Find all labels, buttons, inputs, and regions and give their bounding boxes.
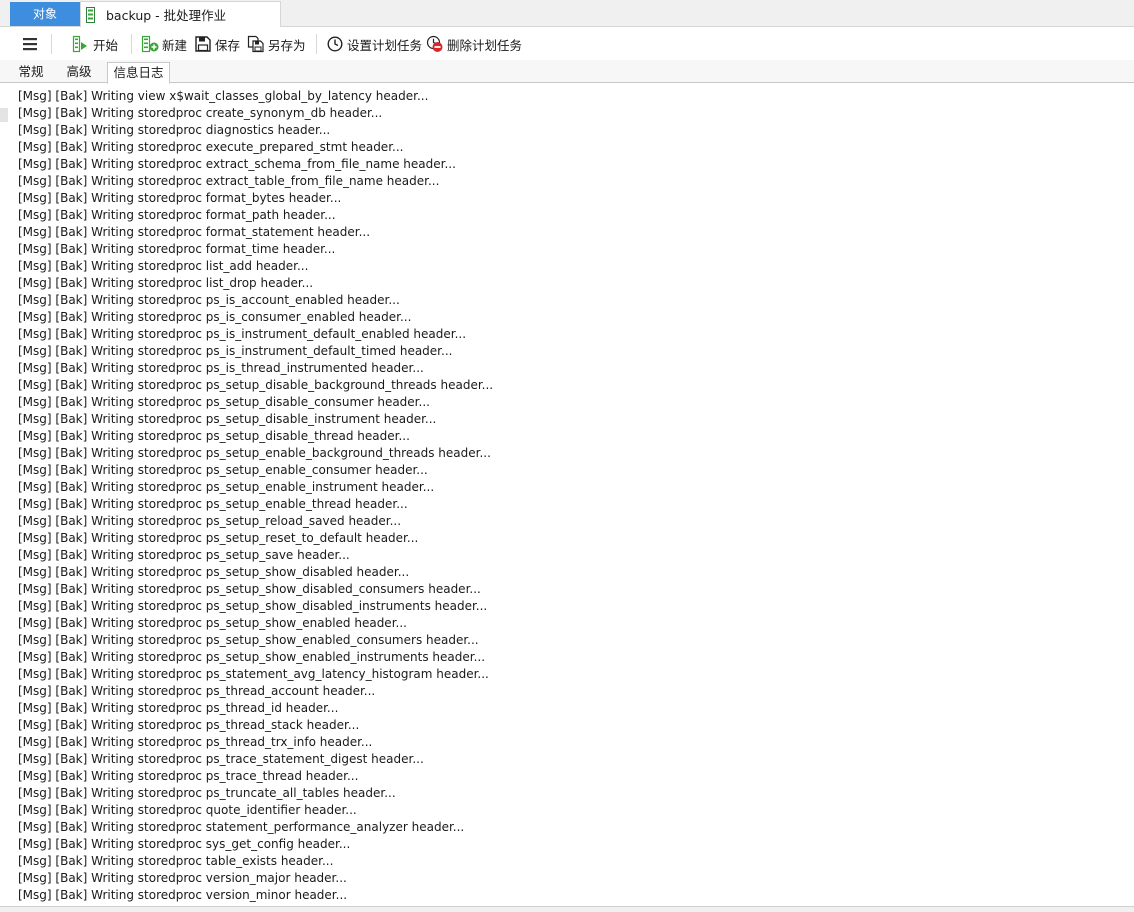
- new-button-label: 新建: [162, 37, 188, 53]
- tab-info-log[interactable]: 信息日志: [107, 62, 170, 84]
- log-line: [Msg] [Bak] Writing storedproc format_st…: [18, 225, 371, 239]
- log-line: [Msg] [Bak] Writing storedproc table_exi…: [18, 854, 334, 868]
- log-line: [Msg] [Bak] Writing storedproc ps_thread…: [18, 701, 339, 715]
- start-button-label: 开始: [93, 37, 119, 53]
- new-batch-icon: [141, 35, 159, 53]
- log-line: [Msg] [Bak] Writing storedproc ps_trace_…: [18, 752, 424, 766]
- batch-job-icon: [86, 6, 95, 23]
- log-line: [Msg] [Bak] Writing storedproc ps_is_ins…: [18, 327, 467, 341]
- log-line: [Msg] [Bak] Writing storedproc sys_get_c…: [18, 837, 351, 851]
- log-line: [Msg] [Bak] Writing storedproc ps_setup_…: [18, 565, 410, 579]
- log-line: [Msg] [Bak] Writing storedproc ps_is_ins…: [18, 344, 453, 358]
- toolbar-separator: [131, 34, 132, 54]
- set-schedule-button[interactable]: 设置计划任务: [326, 34, 422, 54]
- log-line: [Msg] [Bak] Writing storedproc ps_setup_…: [18, 395, 430, 409]
- log-line: [Msg] [Bak] Writing storedproc ps_setup_…: [18, 378, 494, 392]
- log-line: [Msg] [Bak] Writing storedproc extract_t…: [18, 174, 440, 188]
- log-line: [Msg] [Bak] Writing storedproc ps_is_thr…: [18, 361, 424, 375]
- save-as-button-label: 另存为: [268, 37, 306, 53]
- status-bar: [0, 906, 1134, 912]
- log-line: [Msg] [Bak] Writing storedproc extract_s…: [18, 157, 456, 171]
- delete-schedule-icon: [426, 35, 443, 52]
- delete-schedule-button-label: 删除计划任务: [447, 37, 523, 53]
- job-subtabs: 常规 高级 信息日志: [0, 60, 1134, 84]
- log-line: [Msg] [Bak] Writing storedproc create_sy…: [18, 106, 383, 120]
- log-line: [Msg] [Bak] Writing storedproc execute_p…: [18, 140, 404, 154]
- tab-batch-job[interactable]: backup - 批处理作业: [80, 1, 281, 27]
- log-line: [Msg] [Bak] Writing storedproc ps_setup_…: [18, 429, 410, 443]
- log-line: [Msg] [Bak] Writing storedproc ps_thread…: [18, 684, 376, 698]
- tab-advanced[interactable]: 高级: [58, 62, 100, 83]
- log-line: [Msg] [Bak] Writing view x$wait_classes_…: [18, 89, 429, 103]
- log-line: [Msg] [Bak] Writing storedproc diagnosti…: [18, 123, 331, 137]
- log-line: [Msg] [Bak] Writing storedproc ps_setup_…: [18, 548, 350, 562]
- log-line: [Msg] [Bak] Writing storedproc ps_setup_…: [18, 616, 407, 630]
- info-log-panel[interactable]: [Msg] [Bak] Writing view x$wait_classes_…: [0, 84, 1134, 906]
- set-schedule-button-label: 设置计划任务: [347, 37, 423, 53]
- log-line: [Msg] [Bak] Writing storedproc list_add …: [18, 259, 309, 273]
- log-line: [Msg] [Bak] Writing storedproc ps_is_acc…: [18, 293, 400, 307]
- log-line: [Msg] [Bak] Writing storedproc ps_setup_…: [18, 446, 491, 460]
- log-line: [Msg] [Bak] Writing storedproc ps_setup_…: [18, 514, 402, 528]
- tab-objects[interactable]: 对象: [10, 2, 80, 26]
- clock-icon: [327, 36, 343, 52]
- log-line: [Msg] [Bak] Writing storedproc ps_thread…: [18, 735, 373, 749]
- start-button[interactable]: 开始: [72, 34, 118, 54]
- log-line: [Msg] [Bak] Writing storedproc ps_setup_…: [18, 480, 435, 494]
- log-line: [Msg] [Bak] Writing storedproc ps_setup_…: [18, 633, 479, 647]
- tab-general[interactable]: 常规: [10, 62, 52, 83]
- tab-batch-job-title: backup - 批处理作业: [106, 8, 227, 23]
- toolbar-separator: [316, 34, 317, 54]
- start-icon: [72, 35, 87, 53]
- save-button[interactable]: 保存: [194, 34, 240, 54]
- menu-icon[interactable]: [20, 36, 40, 52]
- log-line: [Msg] [Bak] Writing storedproc format_pa…: [18, 208, 336, 222]
- delete-schedule-button[interactable]: 删除计划任务: [426, 34, 522, 54]
- log-line: [Msg] [Bak] Writing storedproc quote_ide…: [18, 803, 357, 817]
- log-line: [Msg] [Bak] Writing storedproc format_ti…: [18, 242, 336, 256]
- log-line: [Msg] [Bak] Writing storedproc ps_setup_…: [18, 599, 488, 613]
- log-line: [Msg] [Bak] Writing storedproc ps_trace_…: [18, 769, 359, 783]
- log-line: [Msg] [Bak] Writing storedproc format_by…: [18, 191, 342, 205]
- log-line: [Msg] [Bak] Writing storedproc ps_setup_…: [18, 650, 486, 664]
- log-line: [Msg] [Bak] Writing storedproc statement…: [18, 820, 465, 834]
- log-line: [Msg] [Bak] Writing storedproc ps_trunca…: [18, 786, 396, 800]
- log-line: [Msg] [Bak] Writing storedproc ps_is_con…: [18, 310, 412, 324]
- log-gutter-marker: [0, 108, 8, 122]
- log-line: [Msg] [Bak] Writing storedproc version_m…: [18, 888, 348, 902]
- log-line: [Msg] [Bak] Writing storedproc ps_setup_…: [18, 582, 481, 596]
- save-as-button[interactable]: 另存为: [247, 34, 306, 54]
- log-line: [Msg] [Bak] Writing storedproc ps_setup_…: [18, 412, 437, 426]
- log-line: [Msg] [Bak] Writing storedproc ps_setup_…: [18, 497, 408, 511]
- toolbar-separator: [51, 34, 52, 54]
- document-tab-strip: 对象 backup - 批处理作业: [0, 0, 1134, 27]
- log-line: [Msg] [Bak] Writing storedproc list_drop…: [18, 276, 314, 290]
- log-line: [Msg] [Bak] Writing storedproc version_m…: [18, 871, 347, 885]
- log-line: [Msg] [Bak] Writing storedproc ps_setup_…: [18, 531, 419, 545]
- new-button[interactable]: 新建: [141, 34, 187, 54]
- log-line: [Msg] [Bak] Writing storedproc ps_setup_…: [18, 463, 428, 477]
- toolbar: 开始 新建 保存 另存为 设置计划任务 删除计划任务: [0, 28, 1134, 60]
- log-line: [Msg] [Bak] Writing storedproc ps_statem…: [18, 667, 489, 681]
- log-line: [Msg] [Bak] Writing storedproc ps_thread…: [18, 718, 360, 732]
- save-as-icon: [247, 35, 264, 53]
- save-icon: [195, 36, 211, 52]
- save-button-label: 保存: [215, 37, 241, 53]
